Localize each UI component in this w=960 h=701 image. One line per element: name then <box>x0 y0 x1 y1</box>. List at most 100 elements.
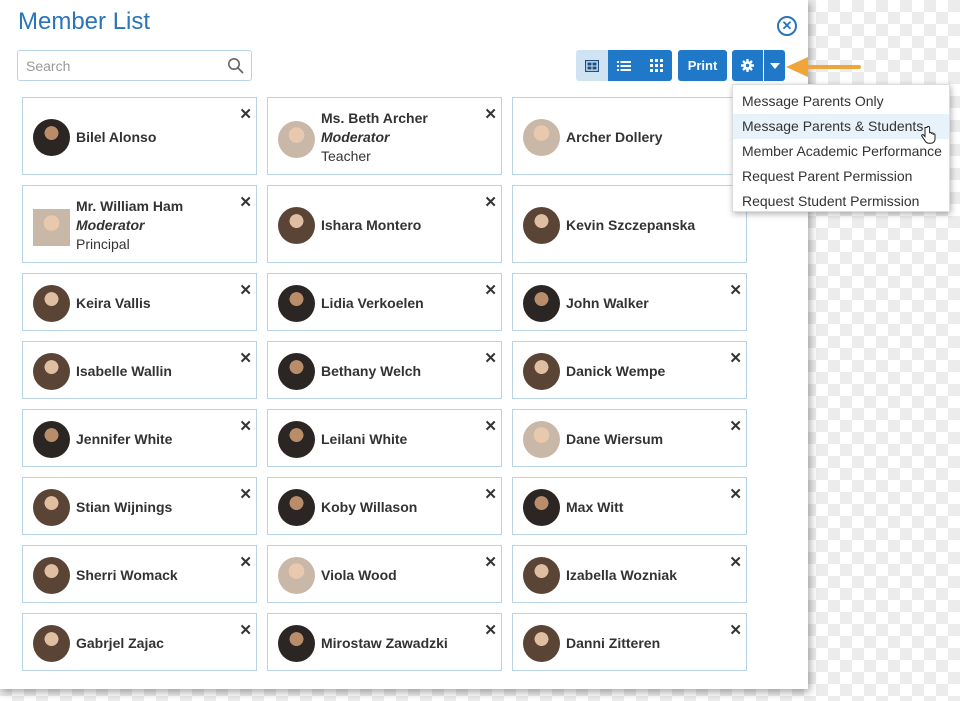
member-name: Sherri Womack <box>76 566 178 583</box>
menu-item-message-parents-students[interactable]: Message Parents & Students <box>733 114 949 139</box>
menu-item-request-student-permission[interactable]: Request Student Permission <box>733 189 949 214</box>
member-card[interactable]: Ishara Montero ✕ <box>267 185 502 263</box>
member-info: Koby Willason <box>321 498 417 517</box>
member-info: Mirostaw Zawadzki <box>321 634 448 653</box>
list-view-icon <box>617 60 631 71</box>
remove-member-x-icon[interactable]: ✕ <box>729 487 742 502</box>
remove-member-x-icon[interactable]: ✕ <box>239 351 252 366</box>
member-name: Stian Wijnings <box>76 498 173 515</box>
avatar <box>278 488 315 526</box>
print-button[interactable]: Print <box>678 50 727 81</box>
remove-member-x-icon[interactable]: ✕ <box>484 487 497 502</box>
member-card[interactable]: Keira Vallis ✕ <box>22 273 257 331</box>
member-card[interactable]: Viola Wood ✕ <box>267 545 502 603</box>
member-name: Lidia Verkoelen <box>321 294 424 311</box>
member-card[interactable]: Bethany Welch ✕ <box>267 341 502 399</box>
remove-member-x-icon[interactable]: ✕ <box>239 283 252 298</box>
search-input[interactable] <box>18 51 234 80</box>
avatar <box>33 118 70 156</box>
member-card[interactable]: Jennifer White ✕ <box>22 409 257 467</box>
menu-item-message-parents-only[interactable]: Message Parents Only <box>733 89 949 114</box>
member-name: John Walker <box>566 294 649 311</box>
member-card[interactable]: Koby Willason ✕ <box>267 477 502 535</box>
member-card[interactable]: Danni Zitteren ✕ <box>512 613 747 671</box>
member-card[interactable]: Lidia Verkoelen ✕ <box>267 273 502 331</box>
member-info: Danick Wempe <box>566 362 665 381</box>
member-info: Bilel Alonso <box>76 128 156 147</box>
remove-member-x-icon[interactable]: ✕ <box>239 623 252 638</box>
remove-member-x-icon[interactable]: ✕ <box>484 555 497 570</box>
avatar <box>523 624 560 662</box>
settings-button[interactable] <box>732 50 763 81</box>
avatar <box>523 284 560 322</box>
card-view-button[interactable] <box>576 50 608 81</box>
member-name: Jennifer White <box>76 430 173 447</box>
member-card[interactable]: Kevin Szczepanska <box>512 185 747 263</box>
grid-view-icon <box>649 59 663 72</box>
avatar <box>278 556 315 594</box>
member-card[interactable]: Bilel Alonso ✕ <box>22 97 257 175</box>
member-card[interactable]: Izabella Wozniak ✕ <box>512 545 747 603</box>
member-info: Archer Dollery <box>566 128 662 147</box>
member-card[interactable]: Dane Wiersum ✕ <box>512 409 747 467</box>
avatar <box>33 352 70 390</box>
member-name: Max Witt <box>566 498 624 515</box>
avatar <box>278 206 315 244</box>
member-info: Mr. William Ham Moderator Principal <box>76 197 183 254</box>
remove-member-x-icon[interactable]: ✕ <box>484 623 497 638</box>
remove-member-x-icon[interactable]: ✕ <box>729 351 742 366</box>
avatar <box>523 488 560 526</box>
avatar <box>33 420 70 458</box>
remove-member-x-icon[interactable]: ✕ <box>484 283 497 298</box>
member-card[interactable]: Sherri Womack ✕ <box>22 545 257 603</box>
member-card[interactable]: Mr. William Ham Moderator Principal ✕ <box>22 185 257 263</box>
member-card[interactable]: Isabelle Wallin ✕ <box>22 341 257 399</box>
remove-member-x-icon[interactable]: ✕ <box>239 487 252 502</box>
member-info: Ishara Montero <box>321 216 421 235</box>
member-name: Danni Zitteren <box>566 634 661 651</box>
remove-member-x-icon[interactable]: ✕ <box>239 555 252 570</box>
member-info: Stian Wijnings <box>76 498 172 517</box>
remove-member-x-icon[interactable]: ✕ <box>729 555 742 570</box>
gear-icon <box>741 59 754 72</box>
member-role: Moderator <box>321 128 390 145</box>
member-name: Bilel Alonso <box>76 128 157 145</box>
member-name: Kevin Szczepanska <box>566 216 696 233</box>
member-card[interactable]: Archer Dollery <box>512 97 747 175</box>
remove-member-x-icon[interactable]: ✕ <box>484 107 497 122</box>
remove-member-x-icon[interactable]: ✕ <box>484 195 497 210</box>
list-view-button[interactable] <box>608 50 640 81</box>
member-card[interactable]: John Walker ✕ <box>512 273 747 331</box>
remove-member-x-icon[interactable]: ✕ <box>239 419 252 434</box>
member-card[interactable]: Leilani White ✕ <box>267 409 502 467</box>
menu-item-request-parent-permission[interactable]: Request Parent Permission <box>733 164 949 189</box>
actions-dropdown-toggle[interactable] <box>764 50 785 81</box>
member-card[interactable]: Ms. Beth Archer Moderator Teacher ✕ <box>267 97 502 175</box>
remove-member-x-icon[interactable]: ✕ <box>239 195 252 210</box>
remove-member-x-icon[interactable]: ✕ <box>729 283 742 298</box>
member-card[interactable]: Max Witt ✕ <box>512 477 747 535</box>
remove-member-x-icon[interactable]: ✕ <box>484 419 497 434</box>
member-card[interactable]: Gabrjel Zajac ✕ <box>22 613 257 671</box>
actions-menu: Message Parents Only Message Parents & S… <box>732 84 950 212</box>
member-card[interactable]: Danick Wempe ✕ <box>512 341 747 399</box>
close-icon[interactable]: ✕ <box>777 16 797 36</box>
remove-member-x-icon[interactable]: ✕ <box>484 351 497 366</box>
menu-item-academic-performance[interactable]: Member Academic Performance <box>733 139 949 164</box>
grid-view-button[interactable] <box>640 50 672 81</box>
remove-member-x-icon[interactable]: ✕ <box>239 107 252 122</box>
member-card[interactable]: Mirostaw Zawadzki ✕ <box>267 613 502 671</box>
member-name: Archer Dollery <box>566 128 663 145</box>
avatar <box>33 624 70 662</box>
member-info: Keira Vallis <box>76 294 151 313</box>
member-info: Lidia Verkoelen <box>321 294 424 313</box>
search-icon[interactable] <box>227 57 244 74</box>
avatar <box>33 488 70 526</box>
remove-member-x-icon[interactable]: ✕ <box>729 419 742 434</box>
remove-member-x-icon[interactable]: ✕ <box>729 623 742 638</box>
member-name: Isabelle Wallin <box>76 362 172 379</box>
member-name: Leilani White <box>321 430 408 447</box>
member-card[interactable]: Stian Wijnings ✕ <box>22 477 257 535</box>
member-info: Jennifer White <box>76 430 172 449</box>
member-info: Leilani White <box>321 430 407 449</box>
